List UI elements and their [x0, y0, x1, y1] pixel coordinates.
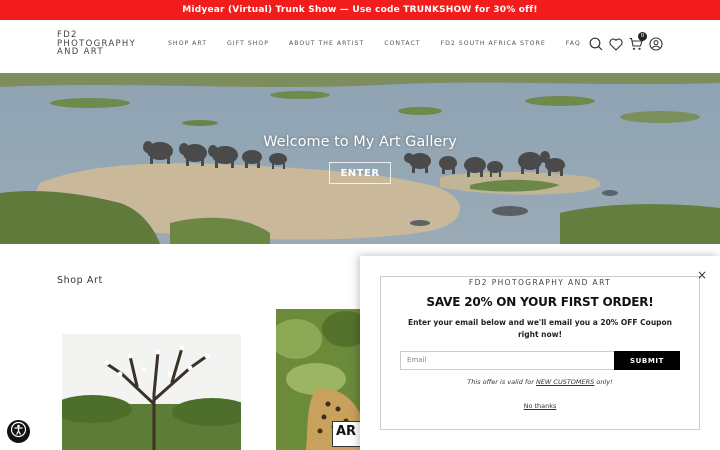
discount-popup: × FD2 PHOTOGRAPHY AND ART SAVE 20% ON YO…	[360, 256, 720, 450]
popup-subtext: Enter your email below and we'll email y…	[407, 318, 673, 339]
offer-note-suffix: only!	[594, 378, 613, 386]
offer-note: This offer is valid for NEW CUSTOMERS on…	[360, 378, 720, 386]
new-customers-link[interactable]: NEW CUSTOMERS	[536, 378, 594, 386]
nav-shop-art[interactable]: SHOP ART	[168, 40, 207, 52]
hero-image	[0, 73, 720, 244]
ar-badge: AR	[332, 421, 362, 447]
email-field[interactable]: Email	[400, 351, 615, 370]
hero-banner: Welcome to My Art Gallery ENTER	[0, 73, 720, 244]
search-icon[interactable]	[588, 36, 604, 52]
product-card-leopard[interactable]: AR	[276, 309, 362, 450]
product-image-tree-birds	[62, 334, 241, 450]
nav-gift-shop[interactable]: GIFT SHOP	[227, 40, 269, 52]
main-nav: SHOP ART GIFT SHOP ABOUT THE ARTIST CONT…	[168, 40, 601, 52]
popup-heading: SAVE 20% ON YOUR FIRST ORDER!	[426, 295, 654, 309]
shop-art-title: Shop Art	[57, 275, 103, 286]
logo-line-3: AND ART	[57, 47, 104, 57]
offer-note-prefix: This offer is valid for	[467, 378, 536, 386]
promo-banner: Midyear (Virtual) Trunk Show — Use code …	[0, 0, 720, 20]
nav-contact[interactable]: CONTACT	[384, 40, 420, 52]
submit-button[interactable]: SUBMIT	[614, 351, 680, 370]
hero-title: Welcome to My Art Gallery	[263, 134, 457, 150]
heart-icon[interactable]	[608, 36, 624, 52]
user-icon[interactable]	[648, 36, 664, 52]
nav-faq[interactable]: FAQ	[566, 40, 581, 52]
site-logo[interactable]: FD2 PHOTOGRAPHY AND ART	[57, 31, 147, 57]
popup-brand: FD2 PHOTOGRAPHY AND ART	[360, 270, 720, 289]
header-icons: 0	[588, 32, 668, 52]
cart-count-badge: 0	[638, 32, 647, 41]
enter-button[interactable]: ENTER	[329, 162, 391, 184]
cart-icon[interactable]: 0	[628, 32, 647, 52]
product-card-tree-birds[interactable]	[62, 334, 241, 450]
nav-about-artist[interactable]: ABOUT THE ARTIST	[289, 40, 364, 52]
accessibility-button[interactable]	[7, 420, 30, 443]
popup-brand-text: FD2 PHOTOGRAPHY AND ART	[462, 278, 618, 287]
no-thanks-link[interactable]: No thanks	[360, 402, 720, 410]
site-header: FD2 PHOTOGRAPHY AND ART SHOP ART GIFT SH…	[0, 20, 720, 73]
nav-south-africa-store[interactable]: FD2 SOUTH AFRICA STORE	[441, 40, 546, 52]
promo-text: Midyear (Virtual) Trunk Show — Use code …	[182, 5, 538, 15]
accessibility-icon	[10, 421, 27, 442]
